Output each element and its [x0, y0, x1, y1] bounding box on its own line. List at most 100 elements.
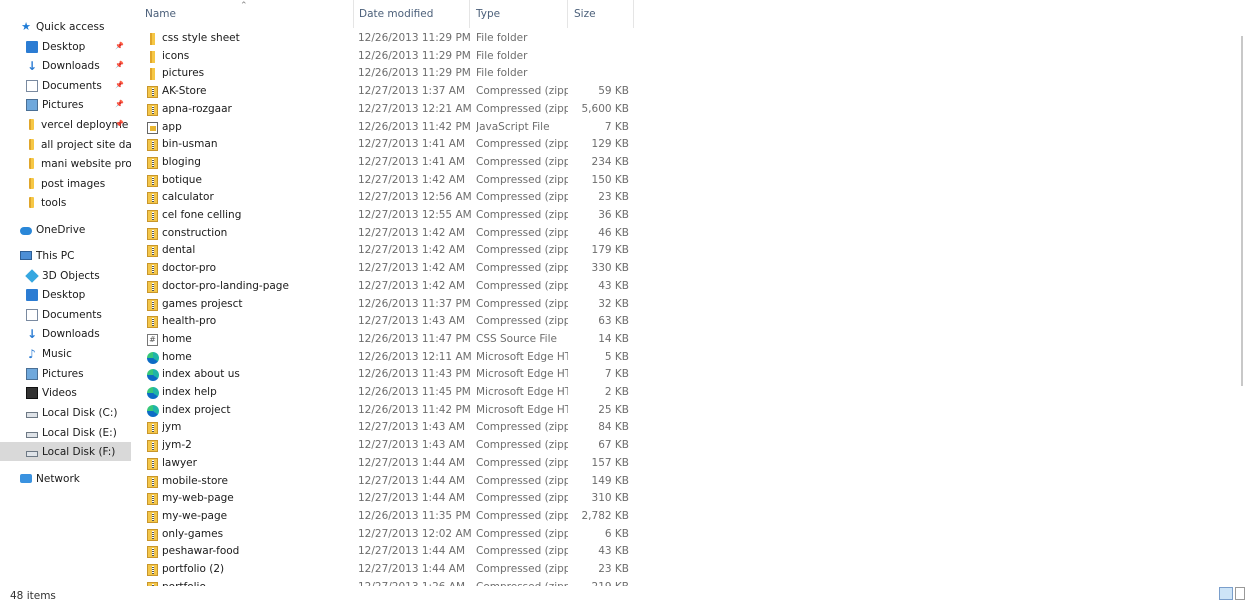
nav-item-vercel-deployme[interactable]: vercel deployme 📌	[0, 115, 131, 134]
disk-icon	[26, 411, 38, 418]
column-header-date-modified[interactable]: Date modified	[352, 0, 470, 28]
file-size: 157 KB	[591, 456, 629, 469]
file-row[interactable]: calculator 12/27/2013 12:56 AM Compressed …	[138, 189, 638, 207]
file-row[interactable]: my-web-page 12/27/2013 1:44 AM Compressed …	[138, 490, 638, 508]
file-row[interactable]: index help 12/26/2013 11:45 PM Microsoft E…	[138, 384, 638, 402]
column-header-name[interactable]: ⌃ Name	[138, 0, 354, 28]
file-size: 310 KB	[591, 492, 629, 505]
file-row[interactable]: my-we-page 12/26/2013 11:35 PM Compressed …	[138, 508, 638, 526]
file-row[interactable]: only-games 12/27/2013 12:02 AM Compressed …	[138, 526, 638, 544]
large-icons-view-button[interactable]	[1235, 587, 1245, 600]
nav-item-mani-website-projec[interactable]: mani website projec	[0, 154, 131, 173]
file-name: app	[162, 120, 182, 133]
file-row[interactable]: games projesct 12/26/2013 11:37 PM Compres…	[138, 296, 638, 314]
documents-icon	[26, 308, 38, 321]
file-size: 2,782 KB	[581, 509, 630, 522]
nav-item-local-disk-c[interactable]: Local Disk (C:)	[0, 403, 131, 422]
nav-item-documents[interactable]: Documents	[0, 305, 131, 324]
file-row[interactable]: AK-Store 12/27/2013 1:37 AM Compressed (zi…	[138, 83, 638, 101]
documents-icon	[26, 79, 38, 92]
file-type: Compressed (zipp...	[476, 209, 568, 221]
file-row[interactable]: portfolio (2) 12/27/2013 1:44 AM Compresse…	[138, 561, 638, 579]
nav-item-quick-access[interactable]: ★ Quick access	[0, 17, 131, 36]
zip-icon	[147, 457, 158, 470]
file-row[interactable]: app 12/26/2013 11:42 PM JavaScript File 7 K…	[138, 119, 638, 137]
pin-icon: 📌	[115, 42, 124, 50]
file-row[interactable]: peshawar-food 12/27/2013 1:44 AM Compresse…	[138, 543, 638, 561]
nav-item-all-project-site-data[interactable]: all project site data	[0, 135, 131, 154]
nav-item-desktop[interactable]: Desktop	[0, 285, 131, 304]
file-row[interactable]: doctor-pro-landing-page 12/27/2013 1:42 A…	[138, 278, 638, 296]
file-row[interactable]: dental 12/27/2013 1:42 AM Compressed (zipp…	[138, 242, 638, 260]
nav-item-desktop[interactable]: Desktop 📌	[0, 37, 131, 56]
file-row[interactable]: pictures 12/26/2013 11:29 PM File folder	[138, 65, 638, 83]
nav-item-this-pc[interactable]: This PC	[0, 246, 131, 265]
nav-item-local-disk-e[interactable]: Local Disk (E:)	[0, 423, 131, 442]
edge-icon	[147, 404, 159, 417]
nav-item-tools[interactable]: tools	[0, 193, 131, 212]
details-view-button[interactable]	[1219, 587, 1233, 600]
file-row[interactable]: cel fone celling 12/27/2013 12:55 AM Compr…	[138, 207, 638, 225]
nav-item-onedrive[interactable]: OneDrive	[0, 220, 131, 239]
nav-item-label: Documents	[42, 79, 102, 92]
file-list[interactable]: css style sheet 12/26/2013 11:29 PM File f…	[138, 30, 638, 586]
file-name: jym-2	[162, 439, 192, 452]
column-header-type[interactable]: Type	[469, 0, 568, 28]
file-row[interactable]: botique 12/27/2013 1:42 AM Compressed (zip…	[138, 172, 638, 190]
navigation-pane[interactable]: ★ Quick access Desktop 📌 ↓ Downloads 📌 Document…	[0, 0, 131, 586]
file-date-modified: 12/27/2013 12:02 AM	[358, 527, 472, 540]
file-type: Compressed (zipp...	[476, 279, 568, 292]
nav-item-videos[interactable]: Videos	[0, 383, 131, 402]
file-name: dental	[162, 244, 196, 257]
file-date-modified: 12/27/2013 1:43 AM	[358, 439, 466, 452]
nav-item-label: Network	[36, 472, 80, 485]
file-row[interactable]: icons 12/26/2013 11:29 PM File folder	[138, 48, 638, 66]
file-row[interactable]: jym 12/27/2013 1:43 AM Compressed (zipp...…	[138, 419, 638, 437]
file-size: 149 KB	[591, 474, 629, 487]
file-row[interactable]: css style sheet 12/26/2013 11:29 PM File f…	[138, 30, 638, 48]
file-row[interactable]: mobile-store 12/27/2013 1:44 AM Compressed…	[138, 473, 638, 491]
file-row[interactable]: index about us 12/26/2013 11:43 PM Microso…	[138, 366, 638, 384]
nav-item-3d-objects[interactable]: 3D Objects	[0, 266, 131, 285]
nav-item-label: Quick access	[36, 20, 105, 33]
nav-item-pictures[interactable]: Pictures 📌	[0, 95, 131, 114]
zip-icon	[147, 86, 158, 99]
vertical-scrollbar[interactable]	[1239, 0, 1245, 586]
column-header-name-label: Name	[145, 8, 176, 20]
nav-item-label: post images	[41, 177, 106, 190]
nav-item-downloads[interactable]: ↓ Downloads	[0, 324, 131, 343]
file-row[interactable]: portfolio 12/27/2013 1:26 AMCompressed (z…	[138, 579, 638, 586]
pin-icon: 📌	[115, 120, 124, 128]
file-name: bloging	[162, 155, 201, 168]
file-row[interactable]: jym-2 12/27/2013 1:43 AM Compressed (zipp.…	[138, 437, 638, 455]
file-row[interactable]: construction 12/27/2013 1:42 AM Compressed…	[138, 225, 638, 243]
file-row[interactable]: lawyer 12/27/2013 1:44 AM Compressed (zipp…	[138, 455, 638, 473]
nav-item-network[interactable]: Network	[0, 469, 131, 488]
nav-item-pictures[interactable]: Pictures	[0, 364, 131, 383]
file-row[interactable]: # home 12/26/2013 11:47 PM CSS Source File 1…	[138, 331, 638, 349]
nav-item-documents[interactable]: Documents 📌	[0, 76, 131, 95]
nav-item-downloads[interactable]: ↓ Downloads 📌	[0, 56, 131, 75]
column-header-size[interactable]: Size	[567, 0, 634, 28]
zip-icon	[147, 510, 158, 523]
file-row[interactable]: index project 12/26/2013 11:42 PM Microsof…	[138, 402, 638, 420]
file-explorer-window: ★ Quick access Desktop 📌 ↓ Downloads 📌 Document…	[0, 0, 1245, 600]
nav-item-post-images[interactable]: post images	[0, 174, 131, 193]
nav-item-label: This PC	[36, 249, 75, 262]
file-row[interactable]: doctor-pro 12/27/2013 1:42 AM Compressed (…	[138, 260, 638, 278]
nav-item-label: Desktop	[42, 288, 86, 301]
file-row[interactable]: home 12/26/2013 12:11 AM Microsoft Edge HT…	[138, 349, 638, 367]
file-row[interactable]: apna-rozgaar 12/27/2013 12:21 AM Compresse…	[138, 101, 638, 119]
nav-item-label: Pictures	[42, 98, 84, 111]
column-header-type-label: Type	[476, 8, 501, 20]
file-date-modified: 12/27/2013 1:42 AM	[358, 262, 466, 275]
scrollbar-thumb[interactable]	[1241, 36, 1243, 386]
nav-item-local-disk-f[interactable]: Local Disk (F:)	[0, 442, 131, 461]
file-row[interactable]: bin-usman 12/27/2013 1:41 AM Compressed (z…	[138, 136, 638, 154]
file-date-modified: 12/27/2013 1:41 AM	[358, 155, 466, 168]
file-size: 179 KB	[591, 244, 629, 257]
file-name: home	[162, 350, 192, 363]
file-row[interactable]: bloging 12/27/2013 1:41 AM Compressed (zip…	[138, 154, 638, 172]
file-row[interactable]: health-pro 12/27/2013 1:43 AM Compressed (…	[138, 313, 638, 331]
nav-item-music[interactable]: ♪ Music	[0, 344, 131, 363]
